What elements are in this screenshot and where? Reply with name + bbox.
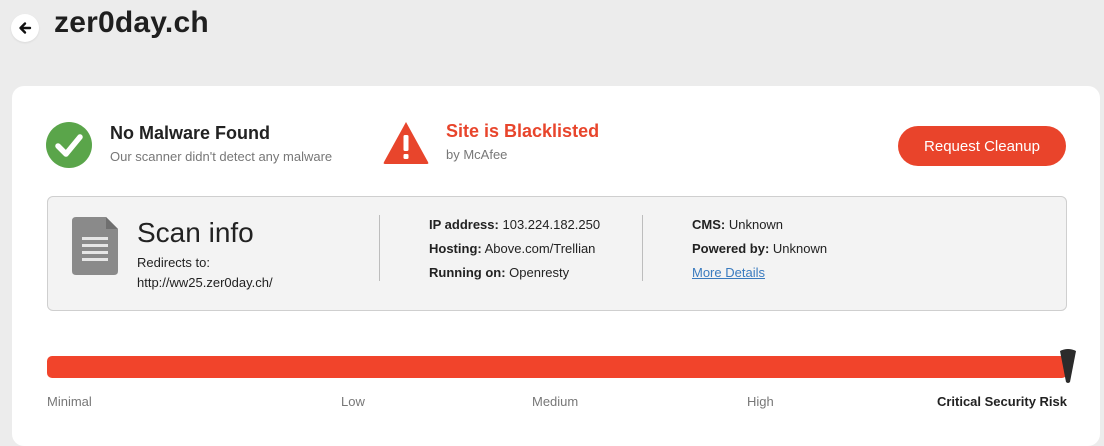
malware-status: No Malware Found Our scanner didn't dete… — [46, 122, 332, 168]
powered-value: Unknown — [772, 241, 828, 256]
divider — [642, 215, 643, 281]
ip-row: IP address: 103.224.182.250 — [429, 216, 600, 240]
risk-label-high: High — [747, 394, 774, 409]
running-row: Running on: Openresty — [429, 264, 600, 288]
redirect-info: Redirects to: http://ww25.zer0day.ch/ — [137, 255, 273, 290]
server-info: IP address: 103.224.182.250 Hosting: Abo… — [429, 216, 600, 288]
risk-label-low: Low — [341, 394, 365, 409]
more-details-link[interactable]: More Details — [692, 265, 765, 280]
risk-label-critical: Critical Security Risk — [936, 394, 1067, 409]
scan-result-card: No Malware Found Our scanner didn't dete… — [12, 86, 1100, 446]
risk-label-medium: Medium — [532, 394, 579, 409]
blacklist-status-title: Site is Blacklisted — [446, 121, 600, 141]
scan-info-title: Scan info — [137, 217, 254, 248]
hosting-label: Hosting: — [429, 241, 482, 256]
check-circle-icon — [46, 122, 92, 168]
risk-level-bar — [47, 356, 1067, 378]
warning-triangle-icon — [383, 122, 429, 164]
risk-label-minimal: Minimal — [47, 394, 92, 409]
scan-info-panel: Scan info Redirects to: http://ww25.zer0… — [47, 196, 1067, 311]
page-title: zer0day.ch — [54, 6, 209, 39]
divider — [379, 215, 380, 281]
powered-label: Powered by: — [692, 241, 770, 256]
cms-label: CMS: — [692, 217, 726, 232]
running-value: Openresty — [509, 265, 570, 280]
malware-status-title: No Malware Found — [110, 123, 271, 143]
blacklist-status: Site is Blacklisted by McAfee — [382, 120, 599, 166]
blacklist-status-subtitle: by McAfee — [446, 147, 508, 162]
hosting-row: Hosting: Above.com/Trellian — [429, 240, 600, 264]
software-info: CMS: Unknown Powered by: Unknown More De… — [692, 216, 827, 288]
cms-value: Unknown — [728, 217, 784, 232]
powered-row: Powered by: Unknown — [692, 240, 827, 264]
ip-value: 103.224.182.250 — [502, 217, 601, 232]
request-cleanup-button[interactable]: Request Cleanup — [898, 126, 1066, 166]
hosting-value: Above.com/Trellian — [484, 241, 596, 256]
cms-row: CMS: Unknown — [692, 216, 827, 240]
risk-level-labels: Minimal Low Medium High Critical Securit… — [47, 394, 1067, 414]
ip-label: IP address: — [429, 217, 499, 232]
running-label: Running on: — [429, 265, 506, 280]
document-icon — [72, 217, 118, 275]
arrow-left-icon — [19, 22, 32, 34]
risk-needle-icon — [1060, 349, 1076, 383]
malware-status-subtitle: Our scanner didn't detect any malware — [110, 149, 333, 164]
back-button[interactable] — [11, 14, 39, 42]
